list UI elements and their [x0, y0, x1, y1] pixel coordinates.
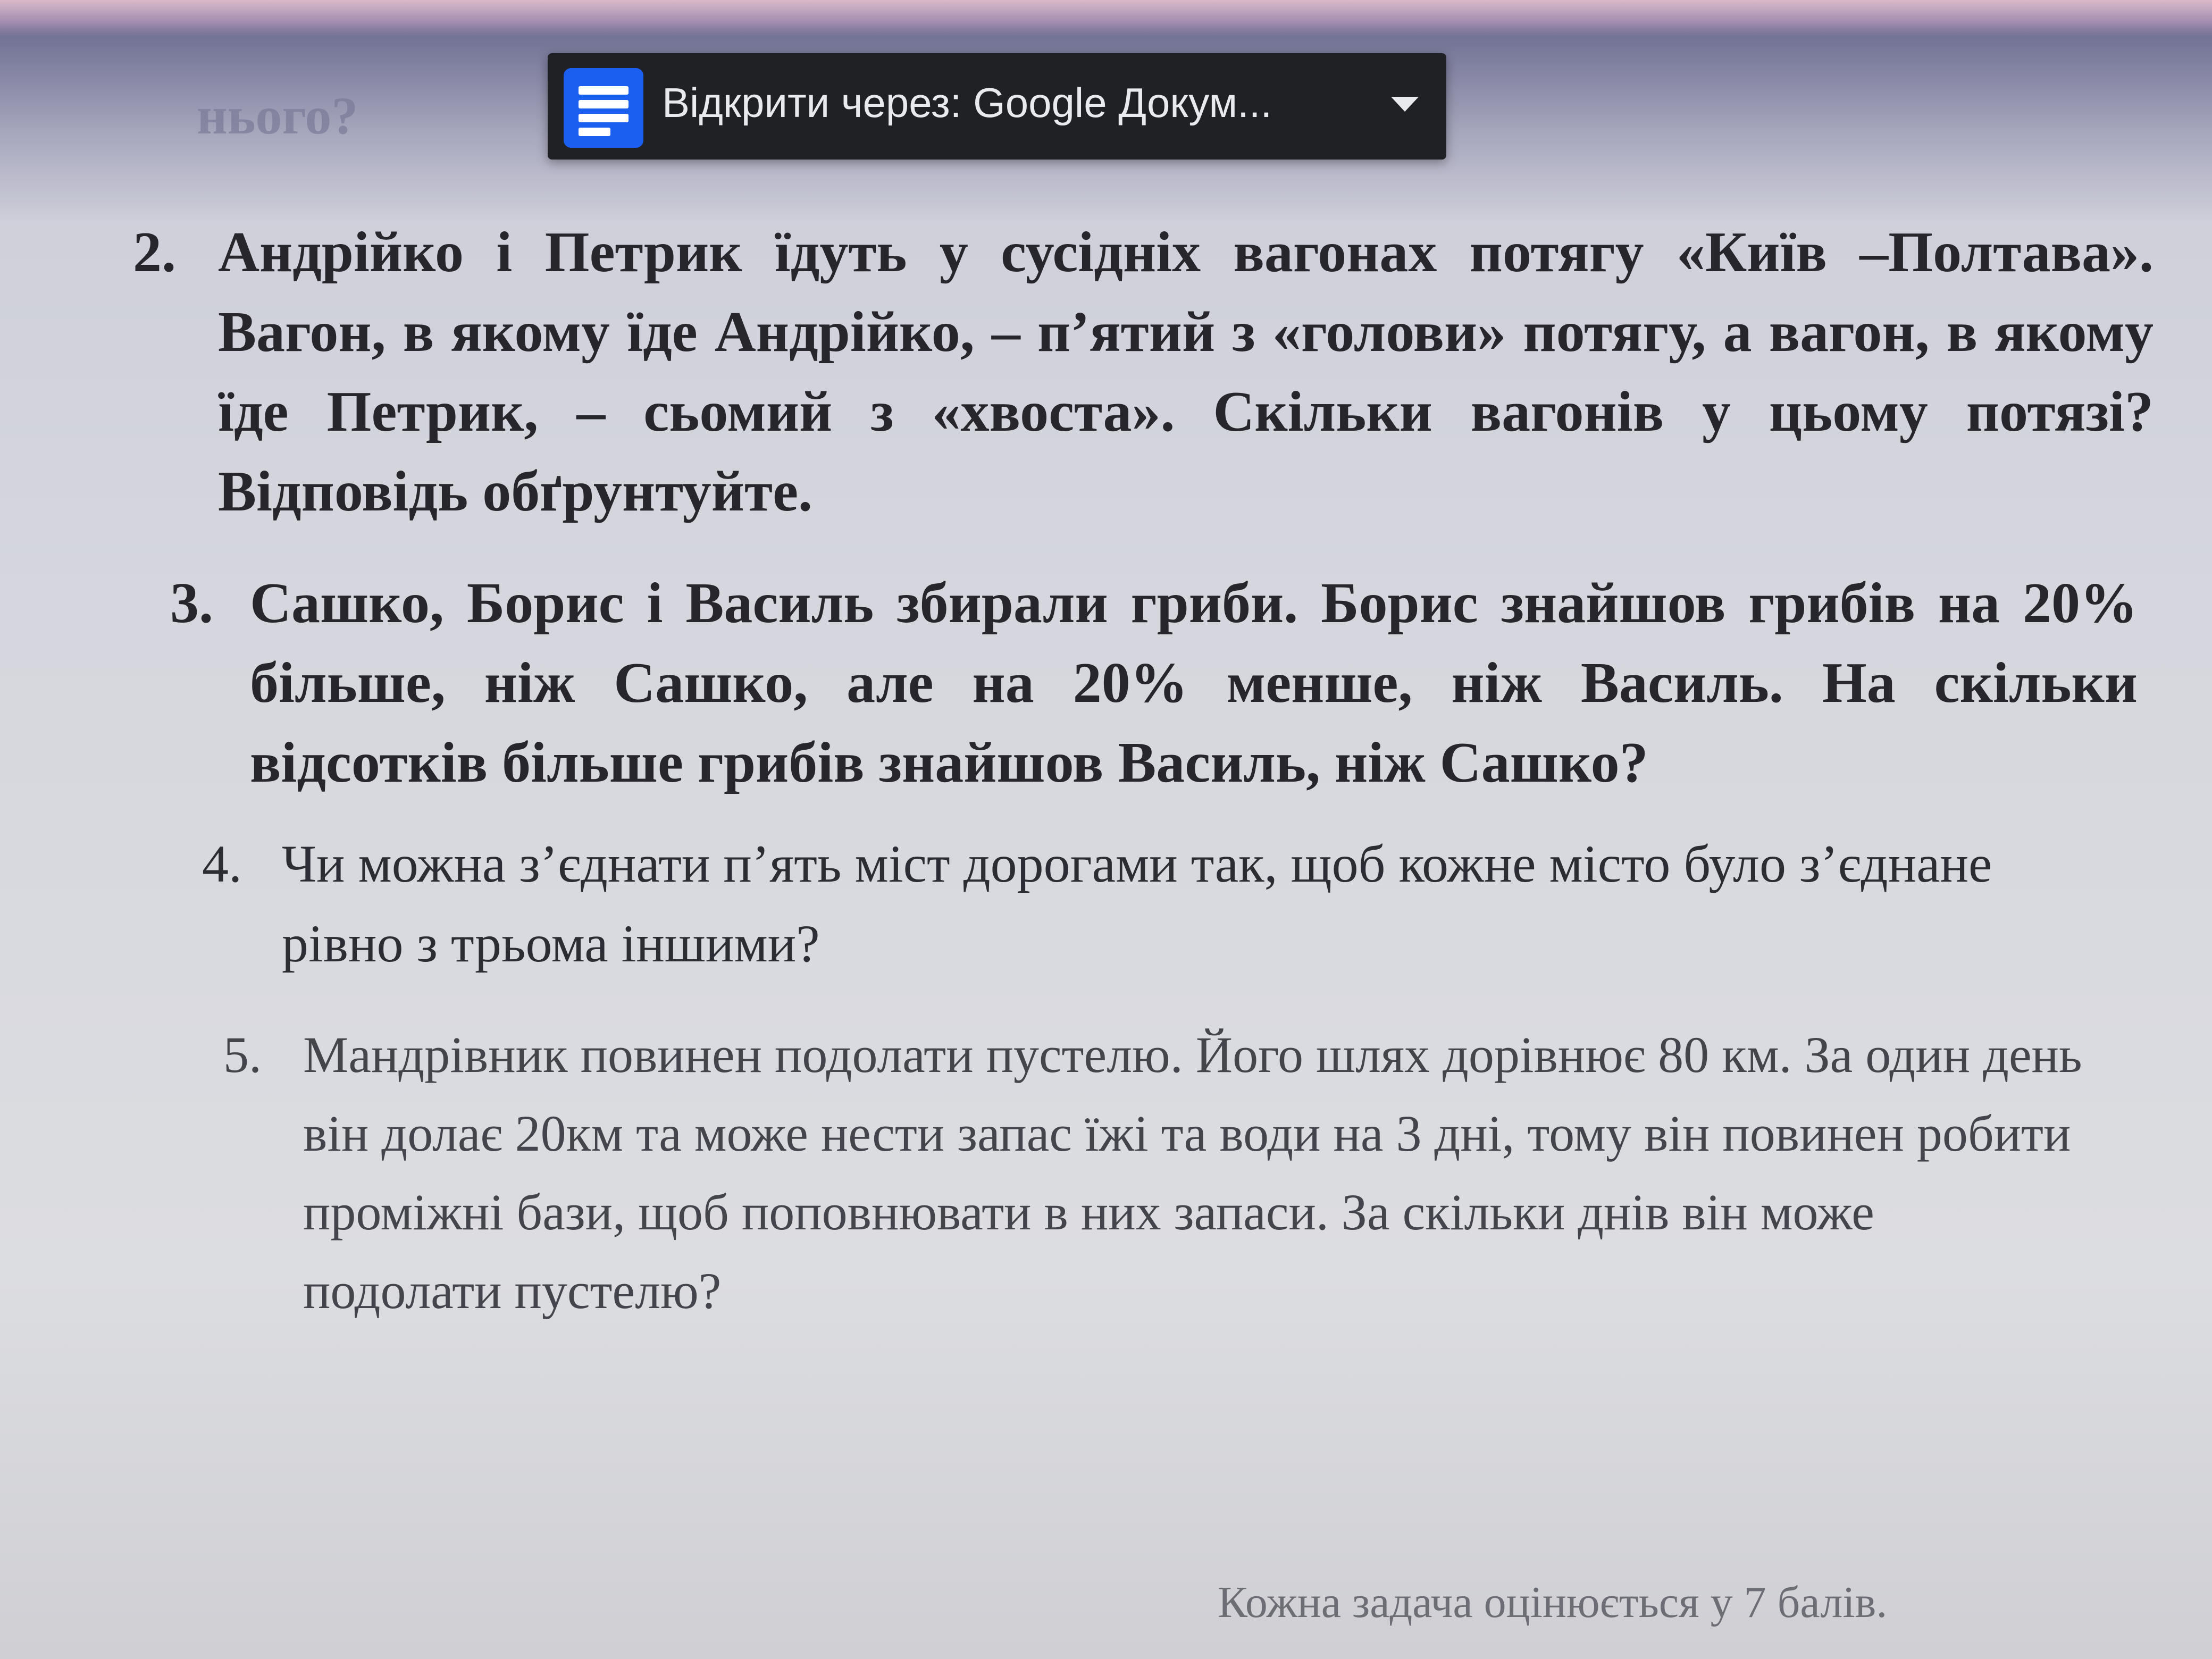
problem-text: Чи можна з’єднати п’ять міст дорогами та…	[282, 834, 1992, 973]
problem-3: 3. Сашко, Борис і Василь збирали гриби. …	[170, 564, 2138, 803]
problem-5: 5. Мандрівник повинен подолати пустелю. …	[223, 1016, 2084, 1330]
problem-4: 4. Чи можна з’єднати п’ять міст дорогами…	[202, 824, 2010, 984]
problem-text: Мандрівник повинен подолати пустелю. Йог…	[303, 1026, 2082, 1319]
screen-top-edge	[0, 0, 2212, 37]
problem-number: 2.	[133, 221, 176, 284]
problem-2: 2. Андрійко і Петрик їдуть у сусідніх ва…	[133, 213, 2154, 532]
problem-number: 5.	[223, 1026, 262, 1083]
problem-text: Андрійко і Петрик їдуть у сусідніх вагон…	[218, 221, 2154, 523]
open-with-label: Відкрити через: Google Докум...	[662, 79, 1272, 126]
previous-text-fragment: нього?	[197, 86, 358, 145]
google-docs-icon	[564, 68, 643, 148]
problem-number: 4.	[202, 834, 242, 893]
open-with-google-docs-button[interactable]: Відкрити через: Google Докум...	[548, 53, 1446, 160]
grading-note: Кожна задача оцінюється у 7 балів.	[1218, 1578, 1888, 1627]
problem-number: 3.	[170, 572, 213, 635]
problem-text: Сашко, Борис і Василь збирали гриби. Бор…	[250, 572, 2138, 794]
dropdown-arrow-icon[interactable]	[1391, 97, 1419, 112]
